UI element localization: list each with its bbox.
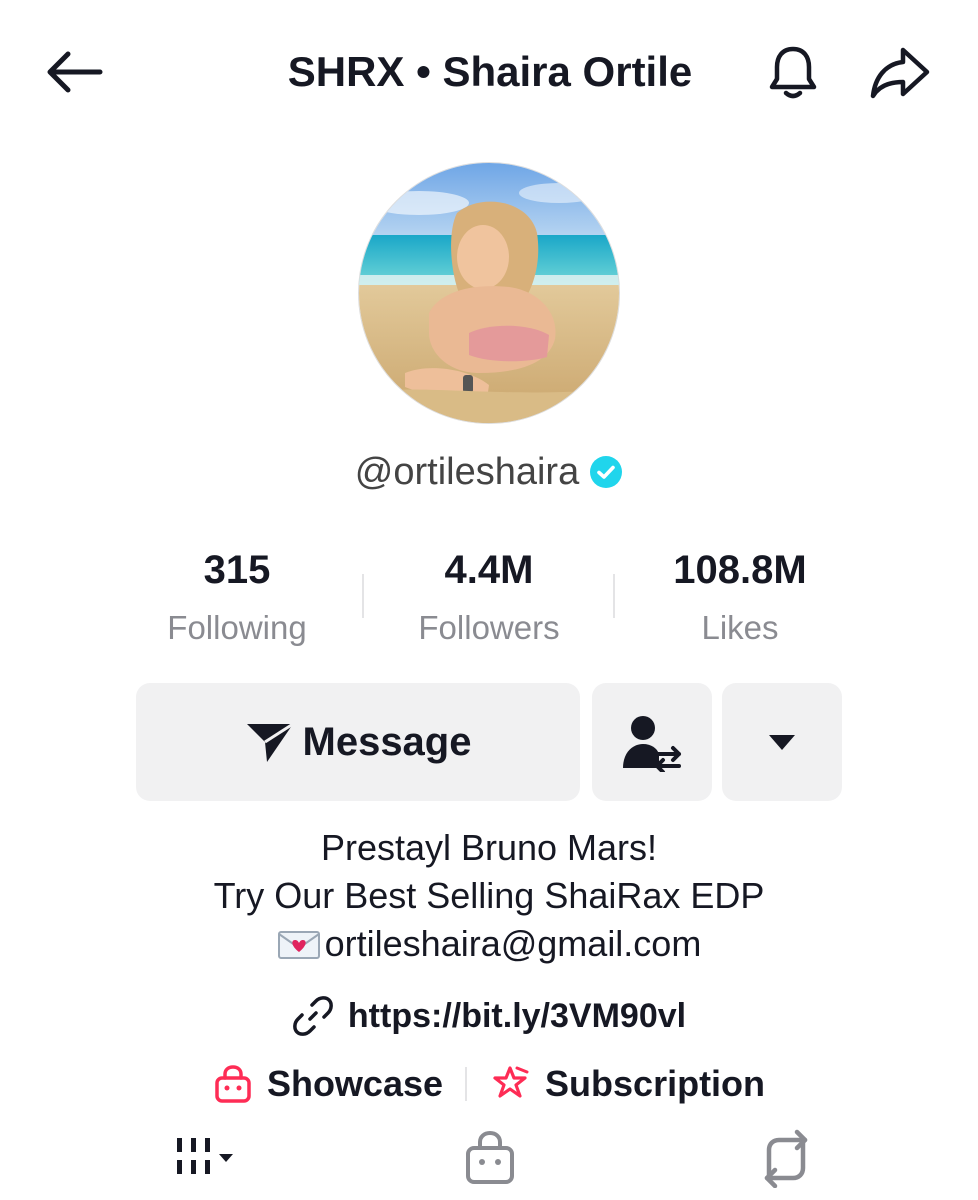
following-label: Following [167, 609, 307, 646]
page-title: SHRX • Shaira Ortile [287, 48, 693, 95]
notification-button[interactable] [762, 40, 824, 104]
send-icon [246, 722, 294, 762]
profile-avatar[interactable] [358, 162, 620, 424]
back-button[interactable] [42, 44, 106, 100]
bio-line: Try Our Best Selling ShaiRax EDP [213, 875, 765, 916]
subscription-chip[interactable]: Subscription [489, 1063, 765, 1105]
content-tabs [0, 1128, 978, 1200]
bell-icon [769, 46, 817, 99]
caret-down-icon [769, 735, 795, 750]
link-url[interactable]: https://bit.ly/3VM90vl [348, 997, 686, 1036]
profile-stats: 315 Following 4.4M Followers 108.8M Like… [0, 540, 978, 660]
star-badge-icon [493, 1066, 529, 1098]
share-arrow-icon [870, 47, 930, 99]
subscription-label: Subscription [545, 1063, 766, 1104]
stat-likes[interactable]: 108.8M Likes [610, 540, 870, 656]
chip-divider [465, 1067, 468, 1101]
tab-reposts[interactable] [736, 1128, 836, 1200]
link-icon [293, 996, 333, 1036]
share-button[interactable] [864, 40, 936, 104]
following-count: 315 [203, 548, 271, 592]
stat-following[interactable]: 315 Following [107, 540, 367, 656]
repost-icon [764, 1129, 808, 1188]
bio-line: Prestayl Bruno Mars! [320, 827, 658, 868]
showcase-chip[interactable]: Showcase [213, 1063, 443, 1105]
profile-link[interactable]: https://bit.ly/3VM90vl [0, 990, 978, 1042]
profile-bio: Prestayl Bruno Mars! Try Our Best Sellin… [0, 824, 978, 968]
love-letter-icon [277, 931, 320, 959]
tab-shop[interactable] [440, 1128, 540, 1200]
message-label: Message [302, 719, 472, 764]
friend-switch-button[interactable] [592, 683, 712, 801]
showcase-label: Showcase [266, 1063, 444, 1104]
message-button[interactable]: Message [136, 683, 580, 801]
likes-label: Likes [701, 609, 779, 646]
more-options-button[interactable] [722, 683, 842, 801]
bio-email[interactable]: ortileshaira@gmail.com [325, 920, 702, 968]
followers-label: Followers [418, 609, 560, 646]
tab-videos[interactable] [150, 1128, 260, 1200]
shopping-bag-icon [215, 1065, 251, 1103]
profile-photo [359, 163, 619, 423]
username-row: @ortileshaira [0, 444, 978, 500]
verified-badge-icon [590, 456, 623, 488]
shop-bag-icon [466, 1130, 514, 1184]
user-switch-icon [623, 716, 681, 772]
profile-chips: Showcase Subscription [0, 1056, 978, 1112]
likes-count: 108.8M [673, 548, 807, 592]
profile-actions: Message [0, 683, 978, 803]
followers-count: 4.4M [444, 548, 534, 592]
bio-email-line: ortileshaira@gmail.com [0, 920, 978, 968]
top-bar: SHRX • Shaira Ortile [0, 0, 978, 140]
arrow-left-icon [47, 51, 103, 93]
stat-followers[interactable]: 4.4M Followers [359, 540, 619, 656]
username: @ortileshaira [354, 450, 580, 493]
grid-icon [177, 1138, 233, 1174]
